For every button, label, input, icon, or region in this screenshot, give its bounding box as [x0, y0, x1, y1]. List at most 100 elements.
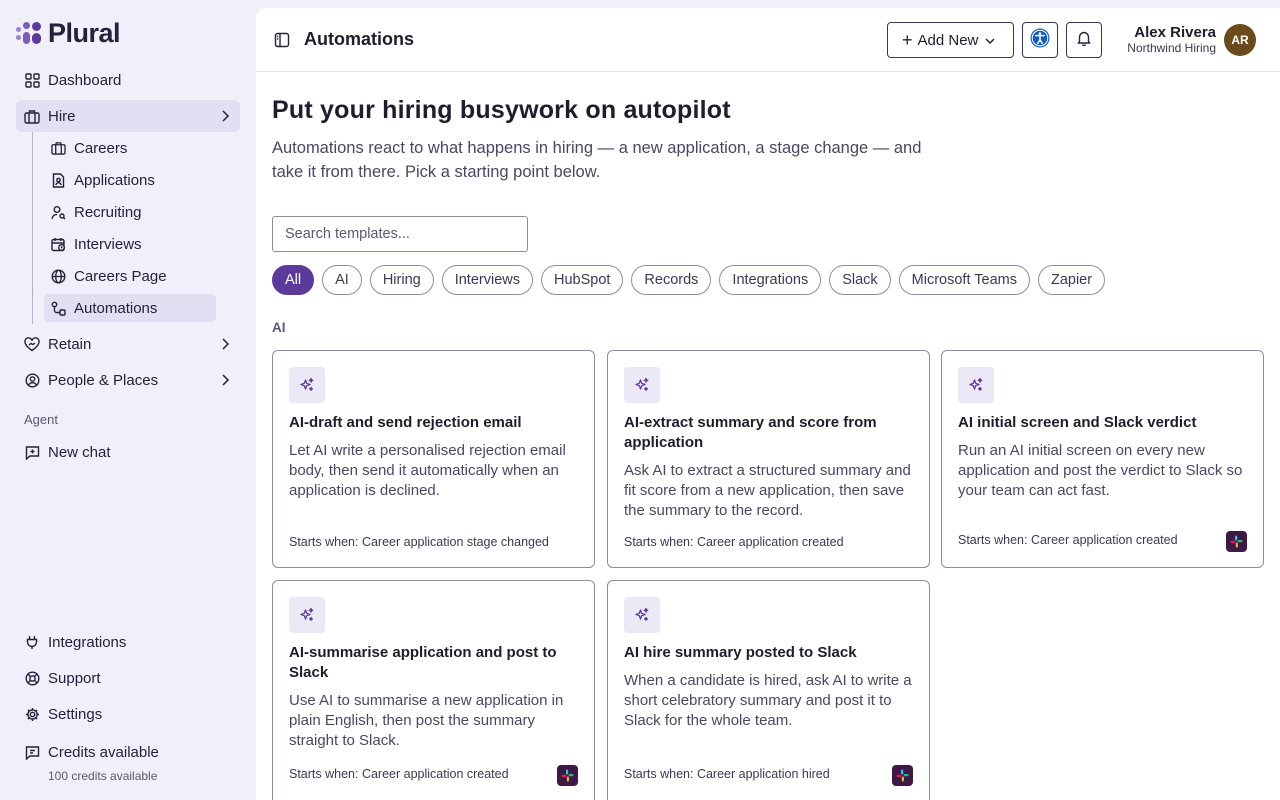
- chevron-right-icon: [220, 373, 230, 391]
- plus-icon: +: [902, 30, 913, 50]
- sidebar-item-support[interactable]: Support: [16, 662, 240, 694]
- hero-description: Automations react to what happens in hir…: [272, 139, 922, 181]
- card-description: Let AI write a personalised rejection em…: [289, 442, 566, 499]
- filter-chip-integrations[interactable]: Integrations: [719, 265, 822, 295]
- workflow-icon: [51, 301, 66, 316]
- notifications-button[interactable]: [1066, 22, 1102, 58]
- card-trigger: Starts when: Career application created: [958, 533, 1178, 547]
- user-circle-icon: [24, 372, 40, 388]
- sidebar-subitem-label: Careers Page: [74, 267, 167, 285]
- sparkle-icon: [289, 367, 325, 403]
- briefcase-icon: [51, 141, 66, 156]
- sidebar: Plural Dashboard Hire Careers Applicatio…: [0, 0, 256, 800]
- template-card[interactable]: AI-extract summary and score from applic…: [607, 350, 930, 568]
- sidebar-item-label: People & Places: [48, 371, 159, 389]
- top-bar: Automations + Add New Alex Rivera Northw…: [256, 8, 1280, 72]
- card-title: AI hire summary posted to Slack: [624, 644, 857, 661]
- user-search-icon: [51, 205, 66, 220]
- template-card[interactable]: AI initial screen and Slack verdict Run …: [941, 350, 1264, 568]
- sidebar-subitem-recruiting[interactable]: Recruiting: [44, 198, 216, 226]
- sidebar-item-label: Support: [48, 669, 101, 687]
- sidebar-item-settings[interactable]: Settings: [16, 698, 240, 730]
- card-trigger: Starts when: Career application stage ch…: [289, 535, 549, 549]
- gear-icon: [24, 706, 40, 722]
- filter-chip-hubspot[interactable]: HubSpot: [540, 265, 624, 295]
- agent-section-label: Agent: [24, 412, 58, 427]
- sparkle-icon: [289, 597, 325, 633]
- card-description: Run an AI initial screen on every new ap…: [958, 442, 1243, 499]
- credits-label: Credits available: [48, 743, 159, 761]
- sidebar-item-label: Dashboard: [48, 71, 122, 89]
- card-description: Use AI to summarise a new application in…: [289, 692, 564, 749]
- filter-chip-microsoft-teams[interactable]: Microsoft Teams: [898, 265, 1030, 295]
- sidebar-item-new-chat[interactable]: New chat: [16, 436, 240, 468]
- slack-icon: [892, 765, 913, 786]
- sidebar-subitem-label: Careers: [74, 139, 128, 157]
- card-title: AI-summarise application and post to Sla…: [289, 644, 557, 681]
- lifebuoy-icon: [24, 670, 40, 686]
- brand-logo[interactable]: Plural: [16, 17, 121, 48]
- sidebar-item-label: Settings: [48, 705, 103, 723]
- card-trigger: Starts when: Career application hired: [624, 767, 830, 781]
- main-content: Automations + Add New Alex Rivera Northw…: [256, 8, 1280, 800]
- sidebar-subitem-label: Automations: [74, 299, 158, 317]
- sidebar-subitem-careers[interactable]: Careers: [44, 134, 216, 162]
- filter-chip-interviews[interactable]: Interviews: [441, 265, 533, 295]
- calendar-clock-icon: [51, 237, 66, 252]
- sidebar-subitem-label: Applications: [74, 171, 155, 189]
- submenu-guide-line: [32, 132, 33, 324]
- brand-name: Plural: [48, 17, 121, 48]
- card-title: AI-extract summary and score from applic…: [624, 414, 877, 451]
- template-card[interactable]: AI hire summary posted to Slack When a c…: [607, 580, 930, 800]
- chevron-right-icon: [220, 109, 230, 127]
- chevron-down-icon: [984, 32, 996, 49]
- group-label: AI: [272, 320, 286, 335]
- card-trigger: Starts when: Career application created: [289, 767, 509, 781]
- sidebar-item-people-places[interactable]: People & Places: [16, 364, 240, 396]
- filter-chips: All AI Hiring Interviews HubSpot Records…: [272, 265, 1106, 295]
- filter-chip-ai[interactable]: AI: [322, 265, 362, 295]
- accessibility-button[interactable]: [1022, 22, 1058, 58]
- filter-chip-hiring[interactable]: Hiring: [369, 265, 434, 295]
- card-trigger: Starts when: Career application created: [624, 535, 844, 549]
- sidebar-item-retain[interactable]: Retain: [16, 328, 240, 360]
- sidebar-item-label: New chat: [48, 443, 111, 461]
- avatar[interactable]: AR: [1224, 24, 1256, 56]
- card-description: When a candidate is hired, ask AI to wri…: [624, 672, 912, 729]
- document-user-icon: [51, 172, 66, 188]
- dashboard-grid-icon: [24, 72, 40, 88]
- filter-chip-slack[interactable]: Slack: [829, 265, 891, 295]
- search-input[interactable]: [272, 216, 528, 252]
- briefcase-icon: [24, 108, 40, 124]
- accessibility-icon: [1030, 28, 1050, 53]
- sidebar-subitem-label: Interviews: [74, 235, 142, 253]
- template-card[interactable]: AI-draft and send rejection email Let AI…: [272, 350, 595, 568]
- filter-chip-all[interactable]: All: [272, 265, 315, 295]
- slack-icon: [557, 765, 578, 786]
- sidebar-item-credits[interactable]: Credits available: [16, 736, 240, 768]
- sidebar-subitem-automations[interactable]: Automations: [44, 294, 216, 322]
- sidebar-toggle-icon[interactable]: [274, 32, 290, 53]
- chat-plus-icon: [24, 444, 40, 460]
- template-card[interactable]: AI-summarise application and post to Sla…: [272, 580, 595, 800]
- sidebar-subitem-careers-page[interactable]: Careers Page: [44, 262, 216, 290]
- sidebar-item-label: Integrations: [48, 633, 127, 651]
- page-title: Automations: [304, 29, 414, 49]
- hero-title: Put your hiring busywork on autopilot: [272, 96, 731, 124]
- filter-chip-records[interactable]: Records: [631, 265, 712, 295]
- sidebar-item-hire[interactable]: Hire: [16, 100, 240, 132]
- sidebar-item-integrations[interactable]: Integrations: [16, 626, 240, 658]
- sidebar-item-label: Hire: [48, 107, 76, 125]
- plural-logo-icon: [16, 21, 42, 45]
- add-new-button[interactable]: + Add New: [887, 22, 1014, 58]
- bell-icon: [1077, 30, 1091, 51]
- globe-icon: [51, 268, 66, 284]
- sidebar-subitem-interviews[interactable]: Interviews: [44, 230, 216, 258]
- sparkle-icon: [624, 597, 660, 633]
- filter-chip-zapier[interactable]: Zapier: [1037, 265, 1106, 295]
- user-name[interactable]: Alex Rivera: [1134, 24, 1216, 41]
- user-organization: Northwind Hiring: [1127, 41, 1216, 55]
- plug-icon: [24, 634, 40, 650]
- sidebar-item-dashboard[interactable]: Dashboard: [16, 64, 240, 96]
- sidebar-subitem-applications[interactable]: Applications: [44, 166, 216, 194]
